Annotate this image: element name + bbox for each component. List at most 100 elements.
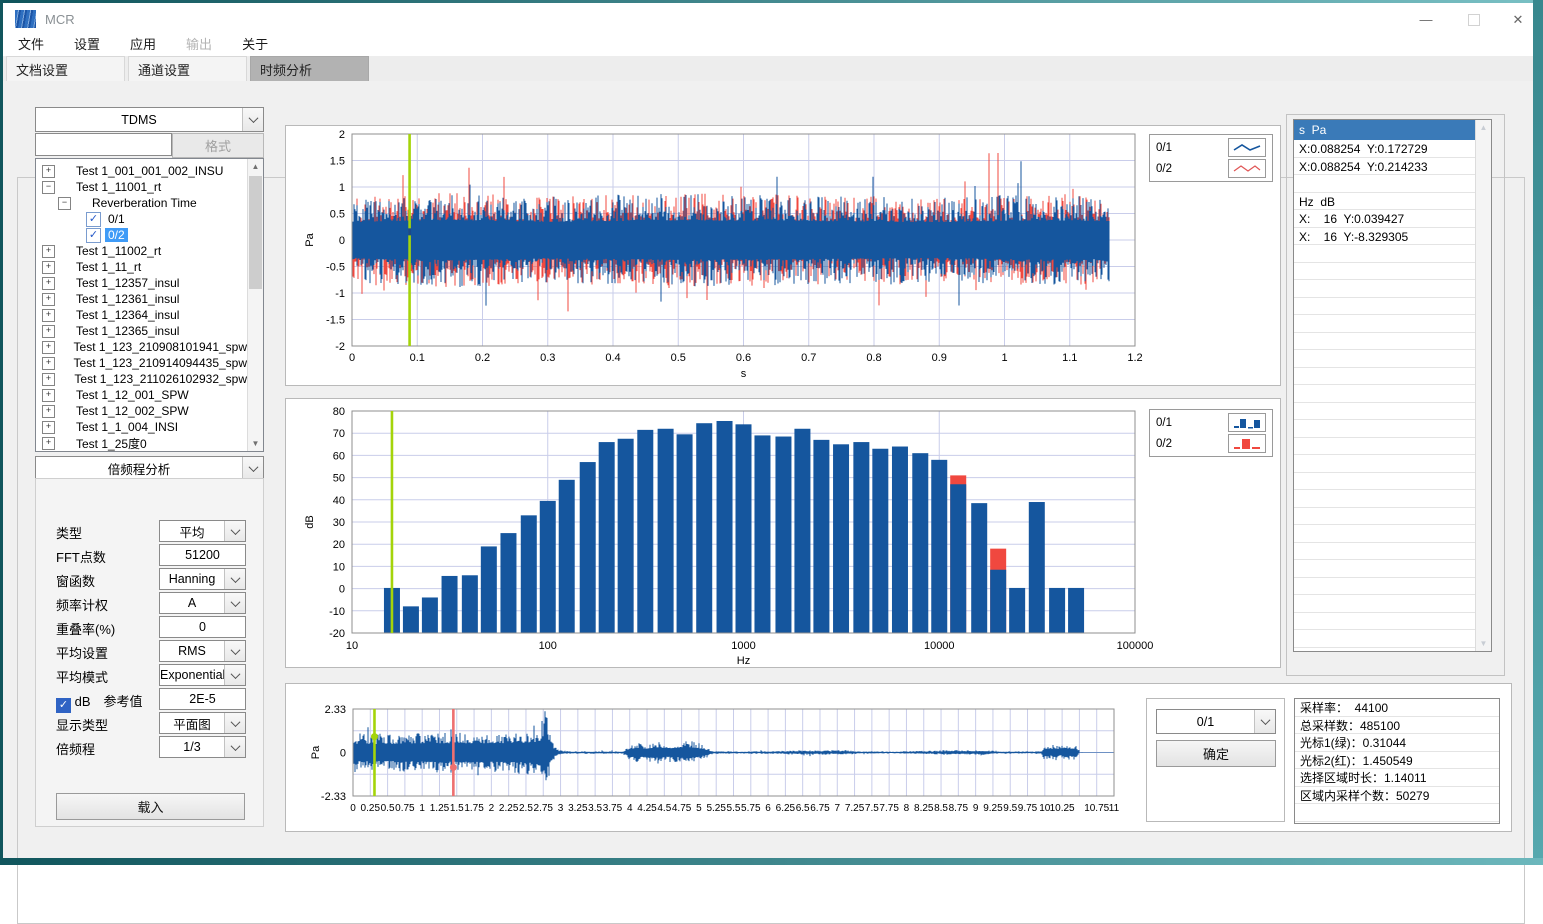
time-waveform-chart[interactable]: 00.10.20.30.40.50.60.70.80.911.11.2-2-1.… [286,126,1280,385]
readout-row[interactable]: X: 16 Y:-8.329305 [1294,228,1476,246]
tree-toggle-icon[interactable]: + [42,405,55,418]
tree-item[interactable]: +Test 1_123_210908101941_spw [36,339,250,355]
analysis-type-combo[interactable]: 倍频程分析 [35,456,264,480]
legend-item: 0/2 [1156,433,1266,454]
tab-时频分析[interactable]: 时频分析 [250,56,369,81]
tree-item[interactable]: +Test 1_123_211026102932_spw [36,371,250,387]
tree-toggle-icon[interactable]: + [42,277,55,290]
tree-toggle-icon[interactable]: + [42,373,55,386]
tab-文档设置[interactable]: 文档设置 [6,56,125,81]
menu-item-设置[interactable]: 设置 [59,30,115,56]
setting-combo-3[interactable]: A [159,592,246,614]
tree-item[interactable]: +Test 1_11002_rt [36,243,250,259]
tree-toggle-icon[interactable]: + [42,357,55,370]
maximize-button[interactable] [1451,6,1497,33]
tab-通道设置[interactable]: 通道设置 [128,56,247,81]
menu-item-关于[interactable]: 关于 [227,30,283,56]
setting-combo-5[interactable]: RMS [159,640,246,662]
menu-item-应用[interactable]: 应用 [115,30,171,56]
readout-row[interactable]: X:0.088254 Y:0.214233 [1294,158,1476,176]
readout-scrollbar[interactable]: ▲ ▼ [1475,120,1491,651]
menu-item-输出[interactable]: 输出 [171,30,227,56]
tree-toggle-icon[interactable]: + [42,165,55,178]
tree-toggle-icon[interactable]: + [42,261,55,274]
cursor1-green-marker[interactable] [371,733,378,740]
tree-item[interactable]: +Test 1_25度0 [36,435,250,451]
legend-label: 0/2 [1156,163,1172,175]
combo-arrow-button[interactable] [224,713,245,733]
tree-item[interactable]: + Test 1_123_210914094435_spw [36,355,250,371]
minimize-button[interactable]: — [1403,6,1449,33]
tree-scrollbar-thumb[interactable] [249,176,262,289]
setting-input-7[interactable] [159,688,246,710]
tree-item[interactable]: +Test 1_12361_insul [36,291,250,307]
tree-item-label: Test 1_123_210914094435_spw [71,356,250,370]
menu-item-文件[interactable]: 文件 [3,30,59,56]
readout-row[interactable] [1294,175,1476,193]
tree-item[interactable]: ✓0/1 [36,211,264,227]
tick-label: 8.75 [949,803,969,814]
combo-arrow-button[interactable] [224,737,245,757]
scroll-down-icon[interactable]: ▼ [248,436,263,451]
readout-row[interactable]: X: 16 Y:0.039427 [1294,210,1476,228]
setting-combo-2[interactable]: Hanning [159,568,246,590]
cursor2-red-marker[interactable] [450,764,457,771]
readout-row[interactable]: X:0.088254 Y:0.172729 [1294,140,1476,158]
tree-toggle-icon[interactable]: + [42,389,55,402]
channel-combo[interactable]: 0/1 [1156,709,1276,734]
setting-input-1[interactable] [159,544,246,566]
tree-checkbox[interactable]: ✓ [86,212,101,227]
close-button[interactable]: ✕ [1499,6,1537,33]
setting-combo-0[interactable]: 平均 [159,520,246,542]
stats-row: 选择区域时长：1.14011 [1295,769,1499,787]
scroll-up-icon[interactable]: ▲ [1476,120,1491,135]
octave-spectrum-chart[interactable]: -20-100102030405060708010100100010000100… [286,399,1280,667]
tree-checkbox[interactable]: ✓ [86,228,101,243]
setting-input-4[interactable] [159,616,246,638]
tree-toggle-icon[interactable]: + [42,437,55,450]
combo-arrow-button[interactable] [242,108,263,131]
scroll-up-icon[interactable]: ▲ [248,159,263,174]
combo-arrow-button[interactable] [224,641,245,661]
combo-arrow-button[interactable] [242,457,263,479]
confirm-button[interactable]: 确定 [1156,740,1276,767]
tree-item[interactable]: +Test 1_12365_insul [36,323,250,339]
filter-input[interactable] [35,133,172,156]
tree-item[interactable]: −Test 1_11001_rt [36,179,250,195]
tree-toggle-icon[interactable]: − [42,181,55,194]
format-button[interactable]: 格式 [172,133,264,158]
tree-toggle-icon[interactable]: − [58,197,71,210]
readout-row[interactable]: Hz dB [1294,193,1476,211]
file-format-combo[interactable]: TDMS [35,107,264,132]
tree-item[interactable]: +Test 1_11_rt [36,259,250,275]
tree-scrollbar[interactable]: ▲ ▼ [247,159,263,451]
tree-toggle-icon[interactable]: + [42,293,55,306]
tree-item[interactable]: −Reverberation Time [36,195,264,211]
tree-item[interactable]: +Test 1_12357_insul [36,275,250,291]
tree-item[interactable]: +Test 1_12_002_SPW [36,403,250,419]
tree-toggle-icon[interactable]: + [42,341,55,354]
window-title: MCR [45,12,75,27]
combo-arrow-button[interactable] [224,569,245,589]
tree-toggle-icon[interactable]: + [42,309,55,322]
combo-arrow-button[interactable] [224,593,245,613]
combo-arrow-button[interactable] [1254,710,1275,733]
tree-item[interactable]: +Test 1_12364_insul [36,307,250,323]
combo-arrow-button[interactable] [224,521,245,541]
setting-combo-6[interactable]: Exponential [159,664,246,686]
tree-item[interactable]: +Test 1_1_004_INSI [36,419,250,435]
tree-item[interactable]: +Test 1_12_001_SPW [36,387,250,403]
combo-arrow-button[interactable] [224,665,245,685]
tree-toggle-icon[interactable]: + [42,245,55,258]
load-button[interactable]: 载入 [56,793,245,820]
db-checkbox[interactable]: ✓ [56,698,71,713]
tree-item[interactable]: ✓0/2 [36,227,264,243]
setting-combo-8[interactable]: 平面图 [159,712,246,734]
readout-header[interactable]: s Pa [1294,120,1476,140]
setting-combo-9[interactable]: 1/3 [159,736,246,758]
scroll-down-icon[interactable]: ▼ [1476,636,1491,651]
tick-label: 0.9 [932,352,947,364]
tree-toggle-icon[interactable]: + [42,421,55,434]
tree-item[interactable]: +Test 1_001_001_002_INSU [36,163,250,179]
tree-toggle-icon[interactable]: + [42,325,55,338]
